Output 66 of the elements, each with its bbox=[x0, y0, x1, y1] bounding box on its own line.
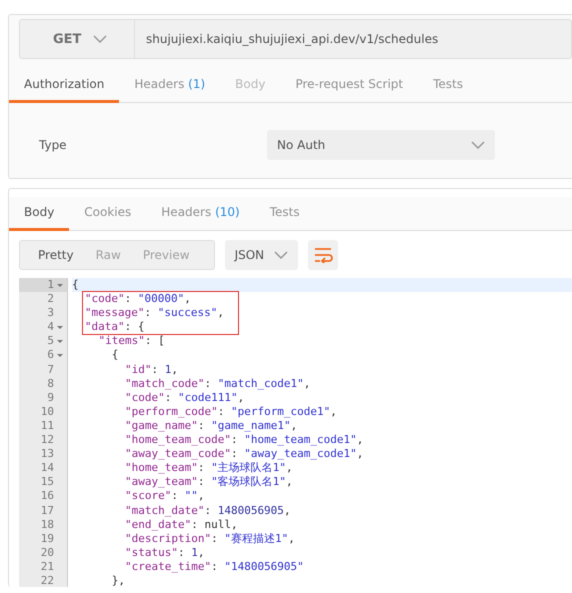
code-line: { bbox=[110, 348, 118, 362]
line-number: 7 bbox=[47, 362, 54, 377]
code-line: "home_team": "主场球队名1", bbox=[124, 461, 293, 474]
tab[interactable]: Body bbox=[9, 197, 70, 231]
line-number: 21 bbox=[40, 560, 54, 574]
tab[interactable]: Tests bbox=[254, 197, 315, 231]
code-line: "code": "code111", bbox=[124, 390, 244, 404]
code-line: "id": 1, bbox=[124, 362, 178, 376]
code-line: "perform_code": "perform_code1", bbox=[124, 404, 337, 418]
view-mode-button[interactable]: Preview bbox=[134, 241, 198, 269]
method-label: GET bbox=[53, 32, 82, 46]
line-number: 10 bbox=[40, 404, 54, 419]
line-number: 18 bbox=[40, 518, 54, 532]
url-field[interactable]: shujujiexi.kaiqiu_shujujiexi_api.dev/v1/schedules bbox=[135, 20, 438, 58]
line-number: 17 bbox=[40, 504, 54, 518]
tab[interactable]: Cookies bbox=[69, 197, 146, 231]
type-label: Type bbox=[39, 138, 68, 152]
tab[interactable]: Pre-request Script bbox=[280, 69, 418, 103]
line-number: 16 bbox=[40, 489, 54, 504]
code-line: "game_name": "game_name1", bbox=[124, 418, 298, 432]
line-number: 22 bbox=[40, 574, 54, 587]
code-line: "away_team": "客场球队名1", bbox=[124, 475, 293, 488]
auth-type-dropdown[interactable]: No Auth bbox=[267, 130, 495, 160]
code-line: "description": "赛程描述1", bbox=[124, 532, 295, 545]
view-mode-button[interactable]: Pretty bbox=[30, 241, 82, 269]
code-line: "items": [ bbox=[97, 334, 165, 348]
code-line: { bbox=[72, 278, 79, 291]
format-dropdown[interactable]: JSON bbox=[224, 240, 298, 270]
code-line: "code": "00000", bbox=[84, 292, 191, 306]
chevron-down-icon bbox=[274, 251, 288, 259]
code-line: "home_team_code": "home_team_code1", bbox=[124, 433, 364, 446]
tab[interactable]: Headers (10) bbox=[146, 197, 255, 231]
tab[interactable]: Headers (1) bbox=[119, 69, 220, 103]
code-line: "message": "success", bbox=[84, 306, 224, 320]
wrap-lines-button[interactable] bbox=[308, 240, 338, 270]
code-line: "status": 1, bbox=[124, 546, 204, 559]
tab[interactable]: Authorization bbox=[9, 69, 120, 103]
line-number: 1 bbox=[47, 278, 54, 292]
code-line: "create_time": "1480056905" bbox=[124, 560, 304, 573]
line-number: 6 bbox=[47, 348, 54, 363]
code-line: "match_code": "match_code1", bbox=[124, 376, 310, 390]
chevron-down-icon bbox=[93, 35, 108, 43]
line-number: 14 bbox=[40, 461, 54, 476]
code-line: "data": { bbox=[84, 320, 145, 334]
wrap-lines-icon bbox=[313, 247, 334, 263]
code-line: "score": "", bbox=[124, 489, 204, 502]
code-line: "match_date": 1480056905, bbox=[124, 504, 291, 516]
line-number: 3 bbox=[47, 306, 54, 320]
code-line: }, bbox=[110, 574, 125, 587]
line-number: 11 bbox=[40, 418, 54, 434]
line-number: 5 bbox=[47, 334, 54, 348]
line-number: 2 bbox=[47, 292, 54, 306]
tab[interactable]: Tests bbox=[418, 69, 478, 103]
line-number: 4 bbox=[47, 320, 54, 334]
code-line: "away_team_code": "away_team_code1", bbox=[124, 447, 364, 460]
line-number: 15 bbox=[40, 475, 54, 490]
line-number: 13 bbox=[40, 447, 54, 462]
line-number: 9 bbox=[47, 390, 54, 405]
chevron-down-icon bbox=[471, 141, 485, 149]
line-number: 19 bbox=[40, 532, 54, 546]
view-mode-button[interactable]: Raw bbox=[88, 241, 129, 269]
method-dropdown[interactable]: GET bbox=[20, 20, 135, 58]
line-number: 8 bbox=[47, 376, 54, 391]
line-number: 20 bbox=[40, 546, 54, 560]
line-number: 12 bbox=[40, 433, 54, 448]
code-line: "end_date": null, bbox=[124, 518, 238, 531]
